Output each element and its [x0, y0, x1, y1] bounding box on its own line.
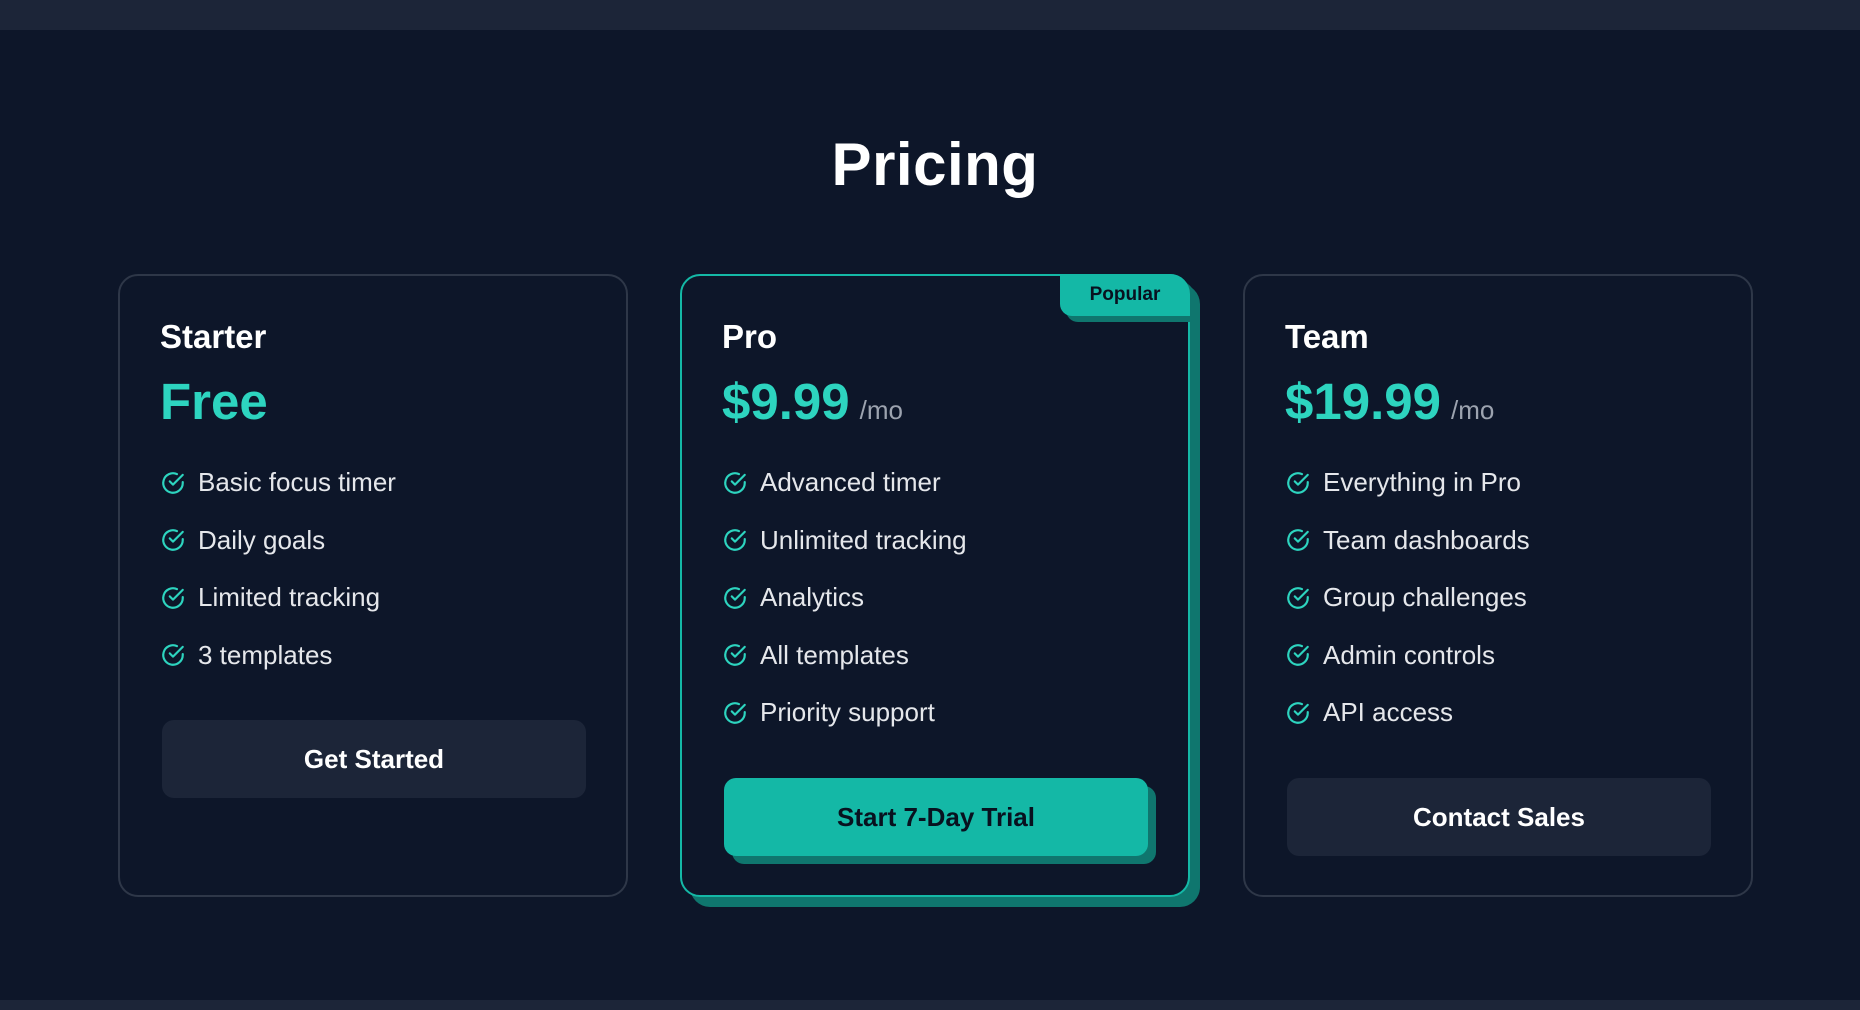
- plan-name: Starter: [160, 318, 267, 355]
- feature-item: Daily goals: [160, 512, 396, 570]
- plan-card-starter: Starter Free Basic focus timer Daily goa…: [118, 274, 628, 897]
- plan-name: Pro: [722, 318, 778, 355]
- start-trial-button[interactable]: Start 7-Day Trial: [724, 778, 1148, 856]
- feature-label: Analytics: [760, 582, 865, 613]
- feature-label: Everything in Pro: [1323, 467, 1521, 498]
- plan-card-pro: Popular Pro $9.99 /mo Advanced timer Unl…: [680, 274, 1190, 897]
- feature-list: Advanced timer Unlimited tracking Analyt…: [722, 454, 967, 742]
- feature-item: API access: [1285, 684, 1530, 742]
- feature-item: Team dashboards: [1285, 512, 1530, 570]
- price-row: $9.99 /mo: [722, 372, 903, 431]
- check-circle-icon: [724, 586, 746, 609]
- feature-list: Basic focus timer Daily goals Limited tr…: [160, 454, 396, 684]
- feature-label: Unlimited tracking: [760, 524, 967, 555]
- bottom-bar: [0, 1000, 1860, 1010]
- page-title: Pricing: [831, 131, 1039, 198]
- price-period: /mo: [1451, 395, 1495, 425]
- plan-price: $19.99: [1285, 373, 1441, 430]
- contact-sales-button[interactable]: Contact Sales: [1287, 778, 1711, 856]
- get-started-button[interactable]: Get Started: [162, 720, 586, 798]
- feature-label: All templates: [760, 639, 909, 670]
- feature-item: Basic focus timer: [160, 454, 396, 512]
- feature-item: Admin controls: [1285, 627, 1530, 685]
- check-circle-icon: [724, 529, 746, 552]
- feature-label: Limited tracking: [198, 582, 381, 613]
- feature-label: Daily goals: [198, 524, 326, 555]
- feature-item: Unlimited tracking: [722, 512, 967, 570]
- check-circle-icon: [162, 471, 184, 494]
- feature-item: Everything in Pro: [1285, 454, 1530, 512]
- check-circle-icon: [1287, 701, 1309, 724]
- plan-price: $9.99: [722, 373, 850, 430]
- feature-label: Advanced timer: [760, 467, 941, 498]
- check-circle-icon: [724, 701, 746, 724]
- feature-label: Basic focus timer: [198, 467, 396, 498]
- feature-label: API access: [1323, 697, 1454, 728]
- check-circle-icon: [1287, 471, 1309, 494]
- price-period: /mo: [859, 395, 903, 425]
- price-row: $19.99 /mo: [1285, 372, 1494, 431]
- feature-label: Group challenges: [1323, 582, 1527, 613]
- feature-label: Priority support: [760, 697, 935, 728]
- check-circle-icon: [724, 471, 746, 494]
- feature-item: Advanced timer: [722, 454, 967, 512]
- check-circle-icon: [1287, 586, 1309, 609]
- check-circle-icon: [162, 586, 184, 609]
- feature-item: Limited tracking: [160, 569, 396, 627]
- plan-card-team: Team $19.99 /mo Everything in Pro Team d…: [1243, 274, 1753, 897]
- price-row: Free: [160, 372, 268, 431]
- check-circle-icon: [1287, 529, 1309, 552]
- feature-item: 3 templates: [160, 627, 396, 685]
- plan-price: Free: [160, 373, 268, 430]
- check-circle-icon: [162, 644, 184, 667]
- top-bar: [0, 0, 1860, 30]
- check-circle-icon: [724, 644, 746, 667]
- plan-name: Team: [1285, 318, 1369, 355]
- feature-label: Admin controls: [1323, 639, 1495, 670]
- popular-badge: Popular: [1060, 274, 1190, 316]
- feature-item: Group challenges: [1285, 569, 1530, 627]
- feature-item: Analytics: [722, 569, 967, 627]
- check-circle-icon: [162, 529, 184, 552]
- feature-item: All templates: [722, 627, 967, 685]
- feature-list: Everything in Pro Team dashboards Group …: [1285, 454, 1530, 742]
- feature-label: Team dashboards: [1323, 524, 1530, 555]
- feature-label: 3 templates: [198, 639, 333, 670]
- check-circle-icon: [1287, 644, 1309, 667]
- feature-item: Priority support: [722, 684, 967, 742]
